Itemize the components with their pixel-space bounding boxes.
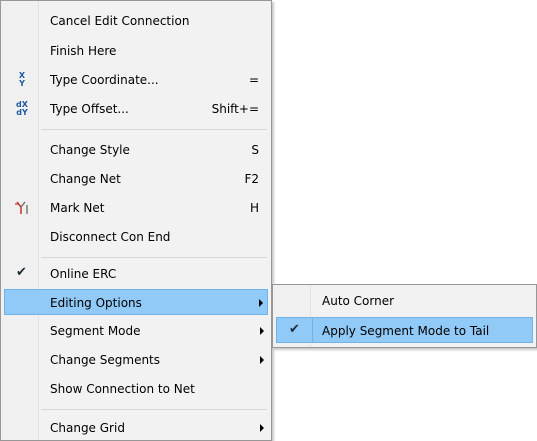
menu-item-mark-net[interactable]: Mark Net H (4, 195, 268, 221)
menu-item-label: Segment Mode (50, 324, 141, 338)
submenu-arrow-icon (260, 424, 264, 432)
menu-item-label: Show Connection to Net (50, 382, 195, 396)
dxdy-icon-bottom-text: dY (16, 108, 28, 117)
menu-item-cancel-edit-connection[interactable]: Cancel Edit Connection (4, 8, 268, 34)
menu-item-shortcut: = (248, 73, 259, 87)
xy-icon-bottom-text: Y (19, 79, 25, 88)
menu-separator (41, 257, 267, 258)
submenu-arrow-icon (259, 299, 263, 307)
checkmark-icon: ✔ (16, 265, 27, 280)
editing-options-submenu: Auto Corner ✔ Apply Segment Mode to Tail (272, 284, 537, 348)
menu-item-label: Change Segments (50, 353, 161, 367)
context-menu: Cancel Edit Connection Finish Here X Y T… (0, 0, 272, 441)
menu-item-label: Mark Net (50, 201, 105, 215)
menu-item-type-coordinate[interactable]: X Y Type Coordinate... = (4, 67, 268, 93)
menu-item-change-net[interactable]: Change Net F2 (4, 166, 268, 192)
menu-item-label: Auto Corner (322, 294, 395, 308)
xy-coordinate-icon: X Y (10, 71, 34, 90)
checkmark-icon: ✔ (289, 322, 300, 337)
menu-item-type-offset[interactable]: dX dY Type Offset... Shift+= (4, 96, 268, 122)
checkmark-box: ✔ (277, 318, 313, 342)
checkmark-box: ✔ (4, 261, 39, 285)
menu-item-label: Disconnect Con End (50, 230, 171, 244)
menu-item-shortcut: H (249, 201, 259, 215)
menu-item-apply-segment-mode-to-tail[interactable]: ✔ Apply Segment Mode to Tail (276, 317, 533, 343)
menu-item-change-grid[interactable]: Change Grid (4, 415, 268, 441)
menu-item-shortcut: F2 (244, 172, 259, 186)
menu-item-segment-mode[interactable]: Segment Mode (4, 318, 268, 344)
menu-item-label: Apply Segment Mode to Tail (322, 324, 490, 338)
dxdy-offset-icon: dX dY (10, 100, 34, 119)
menu-item-shortcut: S (251, 143, 259, 157)
menu-separator (41, 129, 267, 130)
menu-item-label: Online ERC (50, 267, 117, 281)
menu-item-editing-options[interactable]: Editing Options (4, 289, 268, 315)
menu-item-auto-corner[interactable]: Auto Corner (276, 288, 533, 314)
menu-item-label: Change Style (50, 143, 130, 157)
menu-item-disconnect-con-end[interactable]: Disconnect Con End (4, 224, 268, 250)
menu-item-label: Finish Here (50, 44, 117, 58)
menu-item-change-style[interactable]: Change Style S (4, 137, 268, 163)
menu-item-change-segments[interactable]: Change Segments (4, 347, 268, 373)
submenu-arrow-icon (260, 356, 264, 364)
menu-item-finish-here[interactable]: Finish Here (4, 38, 268, 64)
menu-item-label: Cancel Edit Connection (50, 14, 190, 28)
menu-item-label: Type Offset... (50, 102, 129, 116)
menu-item-shortcut: Shift+= (211, 102, 259, 116)
mark-net-icon (10, 199, 34, 217)
menu-item-label: Type Coordinate... (50, 73, 159, 87)
menu-item-show-connection-to-net[interactable]: Show Connection to Net (4, 376, 268, 402)
menu-separator (41, 409, 267, 410)
menu-item-label: Change Grid (50, 421, 125, 435)
submenu-arrow-icon (260, 327, 264, 335)
menu-item-label: Editing Options (50, 296, 142, 310)
menu-item-label: Change Net (50, 172, 121, 186)
menu-item-online-erc[interactable]: ✔ Online ERC (4, 261, 268, 287)
